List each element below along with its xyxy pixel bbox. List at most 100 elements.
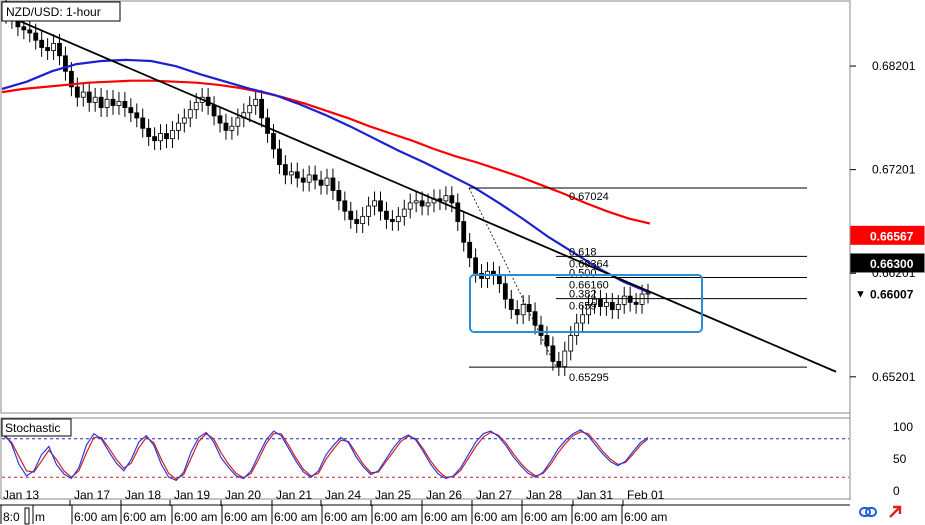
- fib-level-label: 0.65295: [569, 372, 609, 384]
- candle-body: [425, 202, 431, 207]
- candle-body: [556, 360, 562, 367]
- candle-body: [294, 171, 300, 179]
- time-label: 6:00 am: [274, 510, 317, 524]
- time-label: 6:00 am: [424, 510, 467, 524]
- candle-body: [175, 122, 181, 131]
- candle-body: [265, 117, 270, 134]
- date-label: Jan 17: [74, 488, 110, 502]
- candle-body: [288, 171, 294, 176]
- candle-body: [574, 322, 580, 336]
- candle-body: [86, 91, 92, 103]
- arrow-icon[interactable]: [889, 505, 902, 518]
- candle-body: [45, 47, 51, 52]
- candle-body: [271, 133, 276, 150]
- candle-body: [348, 210, 354, 220]
- price-tag: ▼ 0.66007: [850, 283, 925, 303]
- candle-body: [514, 309, 520, 316]
- candle-body: [187, 109, 193, 119]
- candle-body: [312, 174, 318, 181]
- candle-body: [389, 219, 395, 222]
- candle-body: [140, 117, 146, 129]
- stochastic-level-label: 100: [893, 420, 913, 434]
- candle-body: [51, 42, 56, 52]
- date-label: Jan 19: [174, 488, 210, 502]
- time-label: 6:00 am: [524, 510, 567, 524]
- candle-body: [128, 107, 134, 114]
- candle-body: [33, 32, 39, 41]
- candle-body: [247, 105, 253, 114]
- candle-body: [253, 98, 259, 106]
- candle-body: [407, 202, 413, 210]
- candle-body: [461, 221, 467, 243]
- time-label: 6:00 am: [624, 510, 667, 524]
- candle-body: [330, 177, 336, 191]
- candle-body: [211, 105, 217, 117]
- candle-body: [306, 174, 312, 183]
- price-tag: 0.66300: [850, 253, 925, 273]
- candle-body: [473, 257, 479, 274]
- candle-body: [134, 112, 140, 119]
- candle-body: [467, 241, 473, 259]
- candle-body: [568, 335, 574, 352]
- candle-body: [342, 200, 348, 212]
- price-tick-label: 0.65201: [872, 370, 916, 384]
- chart-title: NZD/USD: 1-hour: [6, 5, 101, 19]
- candle-body: [27, 29, 33, 34]
- price-tick-label: 0.68201: [872, 59, 916, 73]
- fib-level-label: 0.500: [569, 267, 597, 279]
- candle-body: [63, 55, 68, 72]
- candle-body: [146, 127, 152, 137]
- candle-body: [360, 215, 366, 225]
- candle-body: [502, 283, 508, 300]
- candle-body: [158, 133, 163, 142]
- time-label: 6:00 am: [224, 510, 267, 524]
- time-label: 6:00 am: [374, 510, 417, 524]
- candle-body: [170, 129, 175, 140]
- candle-body: [336, 190, 342, 202]
- candle-body: [259, 98, 265, 119]
- candle-body: [496, 275, 502, 285]
- candle-body: [615, 304, 621, 310]
- candle-body: [181, 117, 187, 124]
- candle-body: [544, 335, 550, 347]
- candle-body: [57, 42, 62, 57]
- time-label: 6:00 am: [474, 510, 517, 524]
- candle-body: [621, 295, 627, 305]
- price-tag-label: 0.66007: [870, 287, 914, 301]
- price-axis: 0.682010.672010.662010.652010.665670.663…: [850, 59, 925, 384]
- stochastic-frame: [0, 417, 851, 500]
- candle-body: [598, 298, 603, 307]
- candle-body: [282, 164, 288, 176]
- date-label: Jan 28: [526, 488, 562, 502]
- candle-body: [419, 200, 425, 207]
- time-label: 8:0: [3, 510, 20, 524]
- candle-body: [627, 295, 633, 303]
- candle-body: [193, 102, 199, 111]
- candle-body: [235, 117, 241, 127]
- candle-body: [98, 96, 104, 108]
- candle-body: [633, 301, 639, 305]
- link-icon[interactable]: [859, 507, 877, 517]
- time-label: 6:00 am: [74, 510, 117, 524]
- candle-body: [324, 177, 330, 186]
- candle-body: [223, 122, 229, 131]
- candle-body: [580, 314, 586, 324]
- candle-body: [395, 215, 401, 222]
- stochastic-level-label: 50: [893, 452, 907, 466]
- candle-body: [164, 133, 169, 140]
- candle-body: [300, 177, 306, 183]
- candle-body: [80, 91, 86, 98]
- candle-body: [104, 98, 110, 108]
- candle-body: [217, 115, 223, 124]
- candle-body: [372, 200, 377, 207]
- date-label: Jan 20: [225, 488, 261, 502]
- candle-body: [378, 200, 383, 212]
- candle-body: [603, 301, 609, 307]
- fib-level-label: 0.67024: [569, 191, 609, 203]
- date-label: Jan 21: [276, 488, 312, 502]
- candle-body: [550, 345, 556, 362]
- price-tick-label: 0.67201: [872, 163, 916, 177]
- candle-body: [21, 26, 27, 31]
- chart-canvas: 0.670240.6180.663640.5000.661600.3820.65…: [0, 0, 925, 525]
- candle-body: [122, 100, 128, 108]
